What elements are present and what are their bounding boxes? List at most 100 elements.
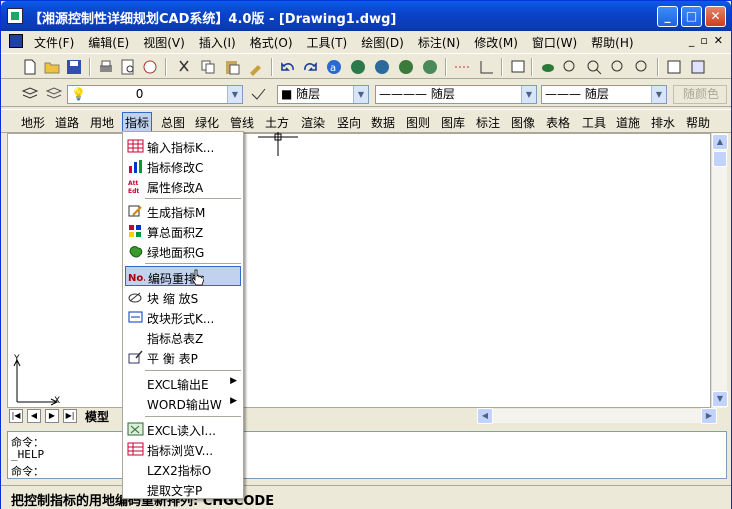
open-folder-icon[interactable] [43,58,61,76]
minimize-button[interactable]: _ [657,6,678,27]
prev-tab-button[interactable]: ◀ [27,409,41,423]
globe2-icon[interactable] [373,58,391,76]
cat-greening[interactable]: 绿化 [195,114,219,131]
window-icon[interactable] [509,58,527,76]
hyperlink-icon[interactable]: a [325,58,343,76]
cat-road-facility[interactable]: 道施 [616,114,640,131]
globe4-icon[interactable] [421,58,439,76]
menu-item-modify-indicator[interactable]: 指标修改C [125,156,241,176]
mdi-restore-button[interactable]: ▫ [700,34,707,47]
last-tab-button[interactable]: ▶| [63,409,77,423]
first-tab-button[interactable]: |◀ [9,409,23,423]
cat-data[interactable]: 数据 [371,114,395,131]
color-select[interactable]: ■ 随层 ▼ [277,85,369,104]
zoom-extents-icon[interactable] [633,58,651,76]
tab-model[interactable]: 模型 [85,408,109,425]
layers-icon[interactable] [21,85,39,103]
cat-table[interactable]: 表格 [546,114,570,131]
cat-general-plan[interactable]: 总图 [161,114,185,131]
cat-annotation[interactable]: 标注 [476,114,500,131]
scroll-left-button[interactable]: ◀ [477,408,493,424]
scroll-down-button[interactable]: ▼ [712,391,728,407]
menu-file[interactable]: 文件(F) [27,34,81,51]
cat-road[interactable]: 道路 [55,114,79,131]
menu-item-extract-text[interactable]: 提取文字P [125,479,241,499]
cat-landuse[interactable]: 用地 [90,114,114,131]
menu-item-word-output[interactable]: WORD输出W ▶ [125,393,241,413]
menu-tools[interactable]: 工具(T) [300,34,355,51]
save-icon[interactable] [65,58,83,76]
cat-render[interactable]: 渲染 [301,114,325,131]
cat-drawing-rules[interactable]: 图则 [406,114,430,131]
cat-image[interactable]: 图像 [511,114,535,131]
menu-help[interactable]: 帮助(H) [584,34,640,51]
layer-select[interactable]: 💡 0 ▼ [67,85,243,104]
make-current-icon[interactable] [249,85,267,103]
menu-view[interactable]: 视图(V) [136,34,192,51]
menu-format[interactable]: 格式(O) [243,34,300,51]
cat-pipeline[interactable]: 管线 [230,114,254,131]
menu-item-lzx2-indicator[interactable]: LZX2指标O [125,459,241,479]
linetype-select[interactable]: ———— 随层 ▼ [375,85,537,104]
zoom-previous-icon[interactable] [609,58,627,76]
horizontal-scrollbar[interactable]: ◀ ▶ [477,408,717,424]
command-line[interactable]: 命令： _HELP 命令： [7,431,727,479]
layer-previous-icon[interactable] [45,85,63,103]
cat-tools[interactable]: 工具 [582,114,606,131]
cat-earthwork[interactable]: 土方 [265,114,289,131]
menu-item-input-indicator[interactable]: 输入指标K... [125,136,241,156]
mdi-close-button[interactable]: ✕ [714,34,723,47]
layer-dropdown-arrow[interactable]: ▼ [227,86,242,103]
undo-icon[interactable] [279,58,297,76]
app-icon[interactable] [7,8,23,24]
zoom-realtime-icon[interactable] [561,58,579,76]
command-prompt[interactable]: 命令： [11,463,44,479]
menu-draw[interactable]: 绘图(D) [354,34,411,51]
menu-item-excel-output[interactable]: EXCL输出E ▶ [125,373,241,393]
menu-window[interactable]: 窗口(W) [525,34,584,51]
menu-modify[interactable]: 修改(M) [467,34,525,51]
linetype-dropdown-arrow[interactable]: ▼ [521,86,536,103]
globe-icon[interactable] [349,58,367,76]
color-dropdown-arrow[interactable]: ▼ [353,86,368,103]
match-properties-icon[interactable] [247,58,265,76]
cat-indicator[interactable]: 指标 [122,112,153,133]
cat-library[interactable]: 图库 [441,114,465,131]
menu-item-balance-table[interactable]: 平 衡 表P [125,347,241,367]
zoom-window-icon[interactable] [585,58,603,76]
redo-icon[interactable] [301,58,319,76]
menu-item-excel-read[interactable]: EXCL读入I... [125,419,241,439]
menu-edit[interactable]: 编辑(E) [81,34,136,51]
maximize-button[interactable]: □ [681,6,702,27]
scroll-thumb[interactable] [713,151,727,167]
paste-icon[interactable] [223,58,241,76]
menu-dimension[interactable]: 标注(N) [411,34,467,51]
drawing-canvas[interactable]: Y X [7,132,711,408]
mdi-minimize-button[interactable]: _ [689,34,695,47]
close-button[interactable]: ✕ [705,6,726,27]
menu-item-indicator-browse[interactable]: 指标浏览V... [125,439,241,459]
print-icon[interactable] [97,58,115,76]
copy-icon[interactable] [199,58,217,76]
menu-item-block-scale[interactable]: 块 缩 放S [125,287,241,307]
new-file-icon[interactable] [21,58,39,76]
scroll-up-button[interactable]: ▲ [712,134,728,150]
scroll-right-button[interactable]: ▶ [701,408,717,424]
menu-insert[interactable]: 插入(I) [192,34,243,51]
menu-item-indicator-summary[interactable]: 指标总表Z [125,327,241,347]
ucs-icon[interactable] [477,58,495,76]
design-center-icon[interactable] [689,58,707,76]
menu-item-renumber[interactable]: No. 编码重排 [125,266,241,286]
cat-terrain[interactable]: 地形 [21,114,45,131]
vertical-scrollbar[interactable]: ▲ ▼ [711,133,728,408]
next-tab-button[interactable]: ▶ [45,409,59,423]
cat-drainage[interactable]: 排水 [651,114,675,131]
menu-item-block-form[interactable]: 改块形式K... [125,307,241,327]
menu-item-green-area[interactable]: 绿地面积G [125,241,241,261]
document-icon[interactable] [9,34,23,48]
menu-item-generate-indicator[interactable]: 生成指标M [125,201,241,221]
properties-icon[interactable] [665,58,683,76]
pan-icon[interactable] [539,58,557,76]
cut-icon[interactable] [175,58,193,76]
cat-vertical[interactable]: 竖向 [337,114,361,131]
